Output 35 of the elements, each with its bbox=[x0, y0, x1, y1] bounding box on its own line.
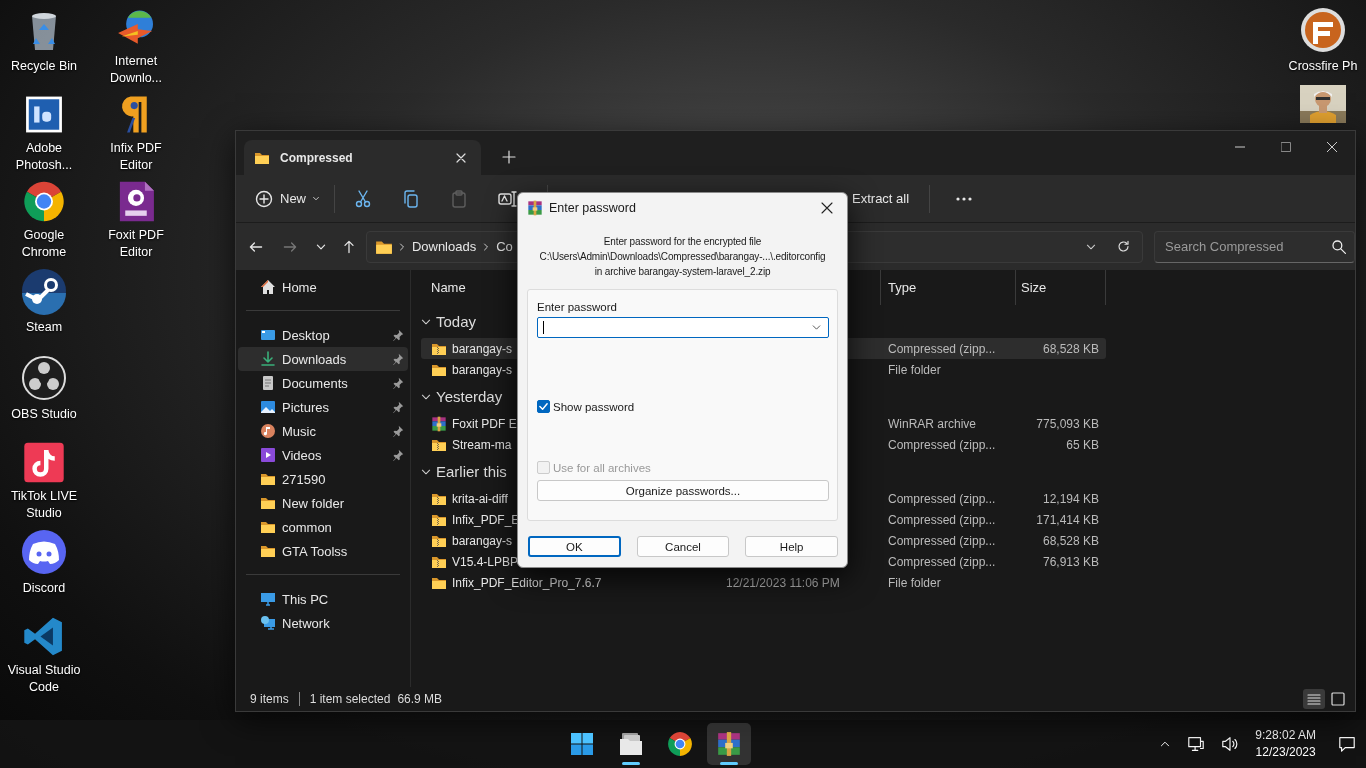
dialog-message: Enter password for the encrypted file C:\Users\Admin\Downloads\Compressed\barangay-...\.editorconfig in archive barangay-system-laravel_2.zip bbox=[539, 235, 826, 279]
dialog-title: Enter password bbox=[549, 200, 636, 215]
status-text: 66.9 MB bbox=[397, 692, 443, 706]
table-cell: 12,194 KB bbox=[1042, 491, 1099, 506]
status-text: 1 item selected bbox=[309, 692, 391, 706]
file-name: Infix_PDF_E bbox=[452, 512, 520, 527]
table-cell: Compressed (zipp... bbox=[888, 533, 996, 548]
table-cell: File folder bbox=[888, 575, 941, 590]
file-name: barangay-s bbox=[452, 341, 513, 356]
table-cell: 171,414 KB bbox=[1036, 512, 1099, 527]
file-name: Stream-ma bbox=[452, 437, 512, 452]
status-text: 9 items bbox=[250, 692, 289, 706]
table-cell: WinRAR archive bbox=[888, 416, 977, 431]
file-name: Foxit PDF E bbox=[452, 416, 517, 431]
table-cell: 775,093 KB bbox=[1036, 416, 1099, 431]
table-cell: Compressed (zipp... bbox=[888, 437, 996, 452]
table-cell: 68,528 KB bbox=[1042, 533, 1099, 548]
table-cell: Compressed (zipp... bbox=[888, 512, 996, 527]
file-name: barangay-s bbox=[452, 533, 513, 548]
file-name: Infix_PDF_Editor_Pro_7.6.7 bbox=[452, 575, 602, 590]
table-cell: 68,528 KB bbox=[1042, 341, 1099, 356]
table-cell: Compressed (zipp... bbox=[888, 554, 996, 569]
clock-date: 12/23/2023 bbox=[1255, 744, 1316, 761]
table-cell: File folder bbox=[888, 362, 941, 377]
clock-time: 9:28:02 AM bbox=[1255, 727, 1316, 744]
tab-title: Compressed bbox=[280, 150, 354, 165]
file-name: V15.4-LPBP bbox=[452, 554, 519, 569]
file-name: barangay-s bbox=[452, 362, 513, 377]
table-cell: Compressed (zipp... bbox=[888, 341, 996, 356]
file-name: krita-ai-diff bbox=[452, 491, 508, 506]
table-cell: 76,913 KB bbox=[1042, 554, 1099, 569]
field-label: Enter password bbox=[537, 301, 617, 313]
table-cell: Compressed (zipp... bbox=[888, 491, 996, 506]
table-cell: 12/21/2023 11:06 PM bbox=[726, 575, 840, 590]
table-cell: 65 KB bbox=[1066, 437, 1099, 452]
